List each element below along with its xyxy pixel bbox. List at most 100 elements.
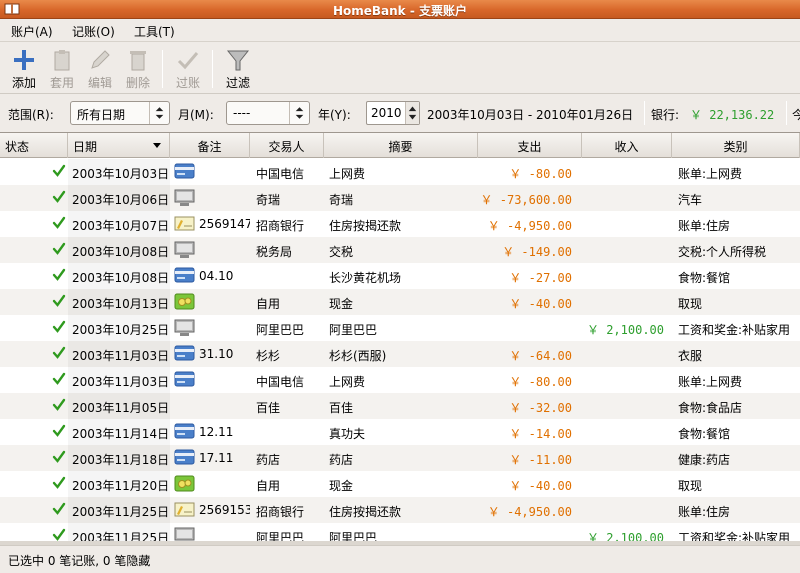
table-row[interactable]: 2003年10月07日 2569147 招商银行 住房按揭还款 ￥ -4,950.00 账…	[0, 211, 800, 237]
cell-expense: ￥ -80.00	[509, 167, 572, 181]
table-row[interactable]: 2003年11月25日 2569153 招商银行 住房按揭还款 ￥ -4,950.00 账…	[0, 497, 800, 523]
cell-income	[582, 341, 672, 367]
col-expense[interactable]: 支出	[478, 133, 582, 158]
checkmark-icon[interactable]	[52, 346, 66, 360]
cell-description: 现金	[329, 297, 354, 311]
col-income[interactable]: 收入	[582, 133, 672, 158]
checkmark-icon[interactable]	[52, 450, 66, 464]
col-category[interactable]: 类别	[672, 133, 800, 158]
updown-arrows-icon	[289, 102, 304, 124]
cell-date: 2003年10月25日	[68, 315, 170, 341]
table-row[interactable]: 2003年10月08日 04.10 长沙黄花机场 ￥ -27.00 食物:餐馆	[0, 263, 800, 289]
checkmark-icon[interactable]	[52, 424, 66, 438]
table-row[interactable]: 2003年11月20日 自用 现金 ￥ -40.00 取现	[0, 471, 800, 497]
cell-date: 2003年11月25日	[68, 497, 170, 523]
checkmark-icon[interactable]	[52, 216, 66, 230]
cell-income	[582, 471, 672, 497]
cell-date: 2003年11月20日	[68, 471, 170, 497]
table-row[interactable]: 2003年11月05日 百佳 百佳 ￥ -32.00 食物:食品店	[0, 393, 800, 419]
cell-date: 2003年11月03日	[68, 367, 170, 393]
table-row[interactable]: 2003年10月25日 阿里巴巴 阿里巴巴 ￥ 2,100.00 工资和奖金:补贴家用	[0, 315, 800, 341]
table-row[interactable]: 2003年10月13日 自用 现金 ￥ -40.00 取现	[0, 289, 800, 315]
checkmark-icon[interactable]	[52, 268, 66, 282]
checkmark-icon[interactable]	[52, 502, 66, 516]
checkmark-icon[interactable]	[52, 164, 66, 178]
cell-income	[582, 393, 672, 419]
cell-memo: 2569147	[199, 217, 250, 231]
cell-memo	[199, 315, 250, 341]
cell-expense: ￥ -27.00	[509, 271, 572, 285]
delete-button[interactable]: 删除	[118, 46, 158, 92]
cell-date: 2003年10月03日	[68, 159, 170, 185]
year-spinner[interactable]: 2010	[366, 101, 420, 125]
month-combo[interactable]: ----	[226, 101, 310, 125]
checkmark-icon[interactable]	[52, 476, 66, 490]
cell-category: 账单:上网费	[678, 167, 743, 181]
table-row[interactable]: 2003年10月03日 中国电信 上网费 ￥ -80.00 账单:上网费	[0, 159, 800, 185]
table-row[interactable]: 2003年11月18日 17.11 药店 药店 ￥ -11.00 健康:药店	[0, 445, 800, 471]
col-memo[interactable]: 备注	[170, 133, 250, 158]
range-combo[interactable]: 所有日期	[70, 101, 170, 125]
month-label: 月(M):	[178, 108, 214, 122]
filter-button[interactable]: 过滤	[218, 46, 258, 92]
cell-memo	[199, 393, 250, 419]
cell-income	[582, 237, 672, 263]
cell-payee: 招商银行	[256, 219, 305, 233]
cell-payee: 阿里巴巴	[256, 531, 305, 541]
cell-category: 账单:住房	[678, 505, 731, 519]
transaction-list[interactable]: 状态 日期 备注 交易人 摘要 支出 收入 类别 2003年10月03日 中国电信…	[0, 132, 800, 541]
cell-description: 上网费	[329, 167, 366, 181]
menu-account[interactable]: 账户(A)	[11, 23, 53, 40]
col-payee[interactable]: 交易人	[250, 133, 324, 158]
cell-income	[582, 263, 672, 289]
table-row[interactable]: 2003年11月03日 中国电信 上网费 ￥ -80.00 账单:上网费	[0, 367, 800, 393]
cell-expense: ￥ -4,950.00	[487, 219, 572, 233]
cell-memo	[199, 471, 250, 497]
toolbar: 添加 套用 编辑 删除 过账 过滤	[0, 42, 800, 94]
table-row[interactable]: 2003年11月03日 31.10 杉杉 杉杉(西服) ￥ -64.00 衣服	[0, 341, 800, 367]
date-span: 2003年10月03日 - 2010年01月26日	[427, 108, 634, 122]
cell-description: 长沙黄花机场	[329, 271, 402, 285]
cell-income	[582, 185, 672, 211]
checkmark-icon[interactable]	[52, 528, 66, 541]
cell-expense: ￥ -149.00	[502, 245, 572, 259]
spin-arrows-icon[interactable]	[405, 102, 419, 124]
cell-description: 杉杉(西服)	[329, 349, 387, 363]
cell-category: 账单:上网费	[678, 375, 743, 389]
cash-payment-icon	[174, 475, 195, 492]
cell-description: 住房按揭还款	[329, 219, 402, 233]
menu-tools[interactable]: 工具(T)	[134, 23, 175, 40]
col-description[interactable]: 摘要	[324, 133, 478, 158]
table-row[interactable]: 2003年10月08日 税务局 交税 ￥ -149.00 交税:个人所得税	[0, 237, 800, 263]
reconcile-label: 过账	[175, 76, 200, 90]
col-status[interactable]: 状态	[0, 133, 68, 158]
bank-balance: ￥ 22,136.22	[690, 108, 775, 122]
cell-income	[582, 497, 672, 523]
checkmark-icon[interactable]	[52, 294, 66, 308]
cell-payee: 自用	[256, 297, 281, 311]
table-row[interactable]: 2003年10月06日 奇瑞 奇瑞 ￥ -73,600.00 汽车	[0, 185, 800, 211]
card-payment-icon	[174, 267, 195, 283]
cheque-payment-icon	[174, 502, 195, 517]
cell-expense: ￥ -40.00	[509, 479, 572, 493]
cell-expense: ￥ -32.00	[509, 401, 572, 415]
table-row[interactable]: 2003年11月14日 12.11 真功夫 ￥ -14.00 食物:餐馆	[0, 419, 800, 445]
col-date[interactable]: 日期	[68, 133, 170, 158]
reconcile-button[interactable]: 过账	[168, 46, 208, 92]
cell-expense: ￥ -80.00	[509, 375, 572, 389]
cell-memo: 31.10	[199, 347, 234, 361]
cell-payee: 招商银行	[256, 505, 305, 519]
cell-description: 药店	[329, 453, 354, 467]
checkmark-icon[interactable]	[52, 398, 66, 412]
checkmark-icon[interactable]	[52, 320, 66, 334]
bank-label: 银行:	[651, 108, 680, 122]
checkmark-icon[interactable]	[52, 372, 66, 386]
cell-description: 阿里巴巴	[329, 323, 378, 337]
cell-payee: 百佳	[256, 401, 281, 415]
menu-transaction[interactable]: 记账(O)	[72, 23, 115, 40]
table-row[interactable]: 2003年11月25日 阿里巴巴 阿里巴巴 ￥ 2,100.00 工资和奖金:补贴家用	[0, 523, 800, 541]
cell-memo: 04.10	[199, 269, 234, 283]
trash-icon	[130, 51, 146, 71]
checkmark-icon[interactable]	[52, 242, 66, 256]
checkmark-icon[interactable]	[52, 190, 66, 204]
